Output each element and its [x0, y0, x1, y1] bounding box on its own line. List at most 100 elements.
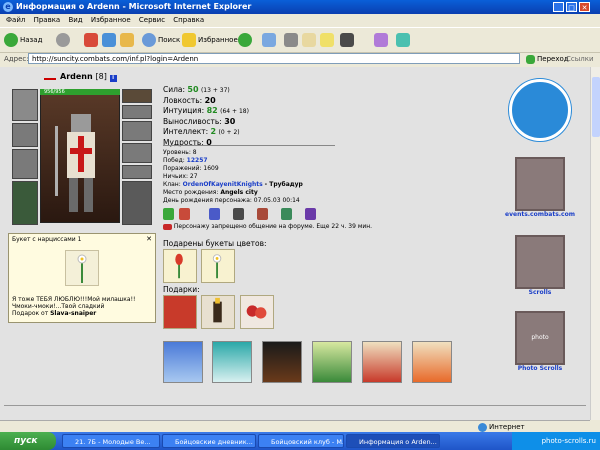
boots-slot[interactable] [122, 181, 152, 225]
draws-text: Ничьих: 27 [163, 173, 198, 180]
badge-icon-2[interactable] [179, 208, 190, 220]
stop-icon [84, 33, 98, 47]
scrolls-label: Scrolls [528, 289, 552, 296]
printer-icon [284, 33, 298, 47]
menu-file[interactable]: Файл [6, 14, 25, 26]
badge-icon-4[interactable] [233, 208, 244, 220]
taskbar: пуск 21. 7Б - Молодые Ве... Бойцовские д… [0, 432, 600, 450]
wins-line: Побед: 12257 [163, 157, 208, 164]
start-button[interactable]: пуск [0, 432, 56, 450]
menu-edit[interactable]: Правка [34, 14, 61, 26]
links-button[interactable]: Ссылки [566, 52, 594, 66]
level-text: Уровень: 8 [163, 149, 197, 156]
weapon-slot-1[interactable] [12, 123, 38, 147]
tooltip-close-button[interactable]: ✕ [146, 235, 152, 243]
discuss-icon [320, 33, 334, 47]
divider [163, 145, 335, 146]
badge-icon-7[interactable] [305, 208, 316, 220]
flower-gift-2[interactable] [201, 249, 235, 283]
minimize-button[interactable]: _ [553, 2, 564, 12]
go-arrow-icon [526, 54, 535, 64]
mail-icon [262, 33, 276, 47]
history-icon [238, 33, 252, 47]
scroll-thumb[interactable] [592, 77, 600, 137]
postcard-1[interactable] [163, 341, 203, 383]
postcard-3[interactable] [262, 341, 302, 383]
tool-button-1[interactable] [374, 32, 390, 48]
ring-slot-3[interactable] [122, 165, 152, 179]
badge-icon-5[interactable] [257, 208, 268, 220]
mail-button[interactable] [262, 32, 278, 48]
messenger-button[interactable] [340, 32, 356, 48]
badge-icon-6[interactable] [281, 208, 292, 220]
menu-help[interactable]: Справка [173, 14, 204, 26]
stat-wisdom: Мудрость: 0 [163, 138, 212, 147]
scrolls-link[interactable]: Scrolls [500, 235, 580, 296]
stats-block: Сила: 50 (13 + 37) Ловкость: 20 Интуиция… [163, 85, 249, 148]
task-button-3[interactable]: Бойцовский клуб - М... [258, 434, 344, 448]
back-button[interactable]: Назад [4, 32, 42, 48]
photo-scrolls-link[interactable]: photo Photo Scrolls [500, 311, 580, 372]
tool-icon [374, 33, 388, 47]
close-button[interactable]: ✕ [579, 2, 590, 12]
character-level: [8] [95, 72, 107, 81]
menu-tools[interactable]: Сервис [139, 14, 165, 26]
stat-intellect: Интеллект: 2 (0 + 2) [163, 127, 240, 136]
bottom-divider [4, 405, 586, 406]
task-button-2[interactable]: Бойцовские дневник... [162, 434, 256, 448]
print-button[interactable] [284, 32, 300, 48]
attack-icon[interactable] [44, 73, 56, 80]
stat-strength: Сила: 50 (13 + 37) [163, 85, 230, 94]
menu-view[interactable]: Вид [68, 14, 82, 26]
flower-gift-1[interactable] [163, 249, 197, 283]
postcard-4[interactable] [312, 341, 352, 383]
edit-button[interactable] [302, 32, 318, 48]
forward-arrow-icon [56, 33, 70, 47]
page-content: Ardenn [8] i 956/956 Сила: 50 (13 + 37) … [0, 67, 590, 431]
amulet-slot[interactable] [122, 89, 152, 103]
discuss-button[interactable] [320, 32, 336, 48]
clan-link[interactable]: OrdenOfKayenitKnights [183, 181, 263, 188]
gift-roses[interactable] [240, 295, 274, 329]
birthplace-line: Место рождения: Angels city [163, 189, 258, 196]
postcard-5[interactable] [362, 341, 402, 383]
scrolls-banner-icon [515, 235, 565, 289]
menu-favorites[interactable]: Избранное [91, 14, 131, 26]
armor-slot[interactable] [12, 181, 38, 225]
gifts-heading: Подарки: [163, 285, 200, 294]
address-input[interactable]: http://suncity.combats.com/inf.pl?login=… [28, 53, 520, 64]
stop-button[interactable] [84, 32, 100, 48]
gift-lamp[interactable] [201, 295, 235, 329]
home-button[interactable] [120, 32, 136, 48]
events-link[interactable]: events.combats.com [500, 157, 580, 218]
refresh-button[interactable] [102, 32, 118, 48]
star-icon [182, 33, 196, 47]
go-button[interactable]: Переход [526, 53, 569, 65]
info-block: Уровень: 8 Побед: 12257 Поражений: 1609 … [163, 149, 303, 205]
tooltip-title: Букет с нарциссами 1 [12, 236, 82, 243]
maximize-button[interactable]: □ [566, 2, 577, 12]
info-icon[interactable]: i [109, 75, 117, 82]
photo-scrolls-label: Photo Scrolls [517, 365, 563, 372]
badge-icon-1[interactable] [163, 208, 174, 220]
stat-endurance: Выносливость: 30 [163, 117, 236, 126]
forward-button[interactable] [56, 32, 72, 48]
weapon-slot-2[interactable] [12, 149, 38, 179]
postcard-2[interactable] [212, 341, 252, 383]
helmet-slot[interactable] [12, 89, 38, 121]
ring-slot-1[interactable] [122, 121, 152, 141]
gloves-slot[interactable] [122, 105, 152, 119]
task-button-1[interactable]: 21. 7Б - Молодые Ве... [62, 434, 160, 448]
vertical-scrollbar[interactable] [590, 67, 600, 420]
badge-icon-3[interactable] [209, 208, 220, 220]
ring-slot-2[interactable] [122, 143, 152, 163]
mute-icon [163, 223, 172, 230]
tool-button-2[interactable] [396, 32, 412, 48]
postcard-6[interactable] [412, 341, 452, 383]
gift-book[interactable] [163, 295, 197, 329]
scales-emblem[interactable] [500, 79, 580, 141]
favorites-button[interactable]: Избранное [182, 32, 238, 48]
search-button[interactable]: Поиск [142, 32, 180, 48]
history-button[interactable] [238, 32, 254, 48]
task-button-4[interactable]: Информация о Arden... [346, 434, 440, 448]
